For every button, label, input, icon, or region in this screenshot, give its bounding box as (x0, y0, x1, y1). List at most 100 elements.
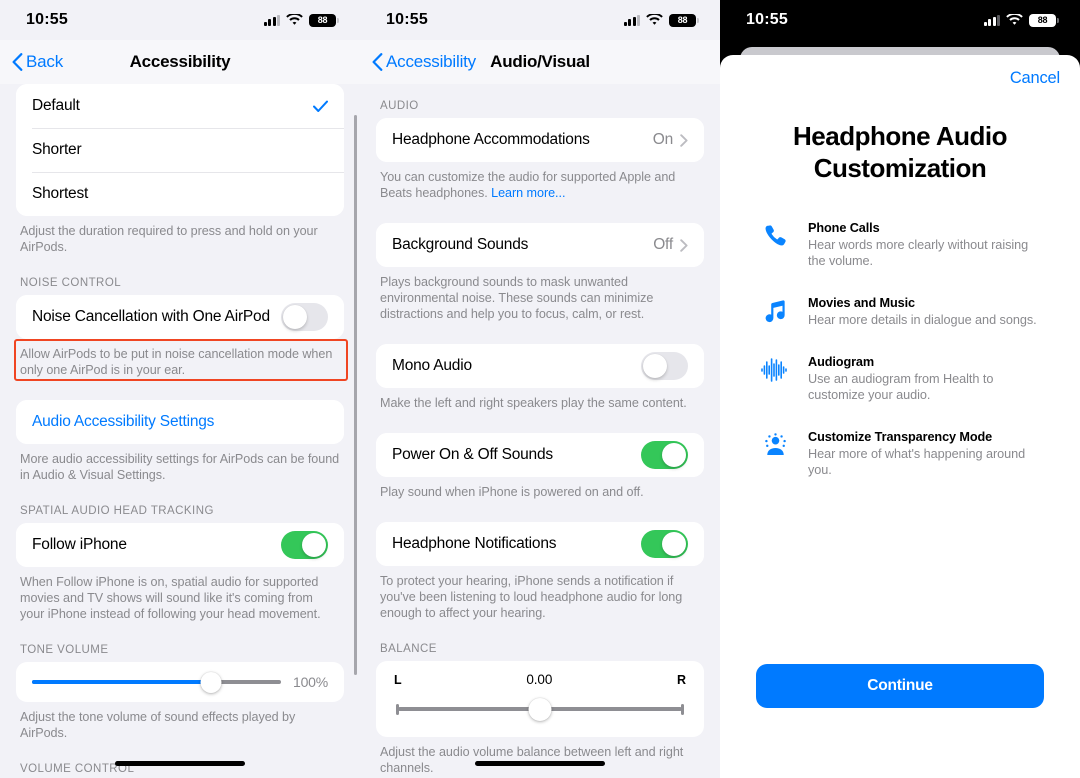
continue-button[interactable]: Continue (756, 664, 1044, 708)
list-item: Customize Transparency Mode Hear more of… (758, 429, 1048, 478)
row-value: Off (653, 236, 673, 253)
back-button[interactable]: Accessibility (372, 52, 476, 72)
feature-text: Audiogram Use an audiogram from Health t… (808, 354, 1048, 403)
feature-title: Audiogram (808, 355, 875, 369)
balance-slider[interactable] (392, 697, 688, 721)
navigation-bar: Accessibility Audio/Visual (360, 40, 720, 84)
list-item: Phone Calls Hear words more clearly with… (758, 220, 1048, 269)
headphone-accommodations-card: Headphone Accommodations On (376, 118, 704, 162)
scroll-indicator[interactable] (354, 115, 357, 675)
transparency-person-icon (758, 429, 792, 458)
status-bar-time: 10:55 (386, 11, 428, 28)
feature-title: Movies and Music (808, 296, 915, 310)
wifi-icon (286, 14, 303, 26)
status-bar-indicators: 88 (263, 13, 339, 27)
settings-scroll-area[interactable]: AUDIO Headphone Accommodations On You ca… (360, 84, 720, 778)
phone-screen-headphone-audio-customization: 10:55 88 Cancel Headphone Audio Customiz… (720, 0, 1080, 778)
power-sounds-footnote: Play sound when iPhone is powered on and… (380, 485, 644, 499)
music-note-icon (758, 295, 792, 324)
battery-indicator: 88 (669, 13, 699, 27)
row-mono-audio[interactable]: Mono Audio (376, 344, 704, 388)
feature-description: Hear more details in dialogue and songs. (808, 313, 1037, 327)
audio-accessibility-card: Audio Accessibility Settings (16, 400, 344, 444)
tone-volume-footnote: Adjust the tone volume of sound effects … (20, 710, 296, 740)
waveform-icon (758, 354, 792, 383)
balance-right-label: R (676, 672, 686, 687)
tone-volume-slider[interactable] (32, 671, 281, 693)
back-button-label: Back (26, 52, 63, 71)
audio-section-header: AUDIO (380, 100, 419, 112)
cancel-button[interactable]: Cancel (720, 55, 1080, 88)
option-label: Shorter (32, 141, 82, 158)
feature-title: Phone Calls (808, 221, 880, 235)
headphone-notifications-footnote: To protect your hearing, iPhone sends a … (380, 574, 683, 620)
status-bar-time: 10:55 (26, 11, 68, 28)
row-follow-iphone[interactable]: Follow iPhone (16, 523, 344, 567)
checkmark-icon (313, 100, 328, 112)
balance-value: 0.00 (526, 672, 553, 687)
cellular-bars-icon (983, 14, 1000, 26)
mono-audio-footnote: Make the left and right speakers play th… (380, 396, 687, 410)
background-sounds-footnote: Plays background sounds to mask unwanted… (380, 275, 654, 321)
battery-indicator: 88 (309, 13, 339, 27)
feature-description: Hear more of what's happening around you… (808, 447, 1026, 477)
learn-more-link[interactable]: Learn more... (491, 186, 565, 200)
row-power-on-off-sounds[interactable]: Power On & Off Sounds (376, 433, 704, 477)
feature-text: Phone Calls Hear words more clearly with… (808, 220, 1048, 269)
status-bar-indicators: 88 (623, 13, 699, 27)
row-label: Power On & Off Sounds (392, 446, 553, 463)
three-phone-screenshots: 10:55 88 Back Accessibility Default Shor… (0, 0, 1080, 778)
row-headphone-notifications[interactable]: Headphone Notifications (376, 522, 704, 566)
modal-sheet: Cancel Headphone Audio Customization Pho… (720, 55, 1080, 778)
tone-volume-header: TONE VOLUME (20, 644, 109, 656)
phone-icon (758, 220, 792, 249)
row-noise-cancellation-one-airpod[interactable]: Noise Cancellation with One AirPod (16, 295, 344, 339)
tone-volume-row: 100% (16, 662, 344, 702)
tone-volume-value: 100% (292, 674, 328, 690)
list-item: Audiogram Use an audiogram from Health t… (758, 354, 1048, 403)
audio-accessibility-settings-link-row[interactable]: Audio Accessibility Settings (16, 400, 344, 444)
mono-audio-toggle[interactable] (641, 352, 688, 380)
option-row-shorter[interactable]: Shorter (16, 128, 344, 172)
noise-control-header: NOISE CONTROL (20, 277, 122, 289)
headphone-accommodations-footnote: You can customize the audio for supporte… (376, 162, 704, 201)
row-background-sounds[interactable]: Background Sounds Off (376, 223, 704, 267)
status-bar: 10:55 88 (0, 0, 360, 40)
balance-left-label: L (394, 672, 402, 687)
status-bar-time: 10:55 (746, 11, 788, 28)
spatial-audio-card: Follow iPhone (16, 523, 344, 567)
row-label: Headphone Notifications (392, 535, 557, 552)
chevron-right-icon (680, 133, 688, 147)
feature-description: Hear words more clearly without raising … (808, 238, 1029, 268)
sheet-title: Headphone Audio Customization (793, 121, 1007, 183)
home-indicator (475, 761, 605, 766)
audio-accessibility-settings-label: Audio Accessibility Settings (32, 413, 215, 430)
noise-cancellation-toggle[interactable] (281, 303, 328, 331)
noise-control-footnote: Allow AirPods to be put in noise cancell… (20, 347, 333, 377)
tone-volume-card: 100% (16, 662, 344, 702)
headphone-notifications-card: Headphone Notifications (376, 522, 704, 566)
row-headphone-accommodations[interactable]: Headphone Accommodations On (376, 118, 704, 162)
row-label: Noise Cancellation with One AirPod (32, 308, 270, 325)
option-label: Default (32, 97, 80, 114)
noise-control-card: Noise Cancellation with One AirPod (16, 295, 344, 339)
navigation-bar: Back Accessibility (0, 40, 360, 84)
back-button[interactable]: Back (12, 52, 63, 72)
power-sounds-toggle[interactable] (641, 441, 688, 469)
row-label: Headphone Accommodations (392, 131, 590, 148)
balance-footnote: Adjust the audio volume balance between … (380, 745, 684, 775)
follow-iphone-toggle[interactable] (281, 531, 328, 559)
option-row-shortest[interactable]: Shortest (16, 172, 344, 216)
feature-text: Movies and Music Hear more details in di… (808, 295, 1048, 328)
row-label: Mono Audio (392, 357, 472, 374)
spatial-audio-header: SPATIAL AUDIO HEAD TRACKING (20, 505, 214, 517)
settings-scroll-area[interactable]: Default Shorter Shortest Adjust the dura… (0, 84, 360, 778)
option-label: Shortest (32, 185, 89, 202)
feature-description: Use an audiogram from Health to customiz… (808, 372, 994, 402)
headphone-notifications-toggle[interactable] (641, 530, 688, 558)
press-duration-card: Default Shorter Shortest (16, 84, 344, 216)
row-value: On (652, 131, 673, 148)
option-row-default[interactable]: Default (16, 84, 344, 128)
home-indicator (835, 761, 965, 766)
row-label: Follow iPhone (32, 536, 127, 553)
